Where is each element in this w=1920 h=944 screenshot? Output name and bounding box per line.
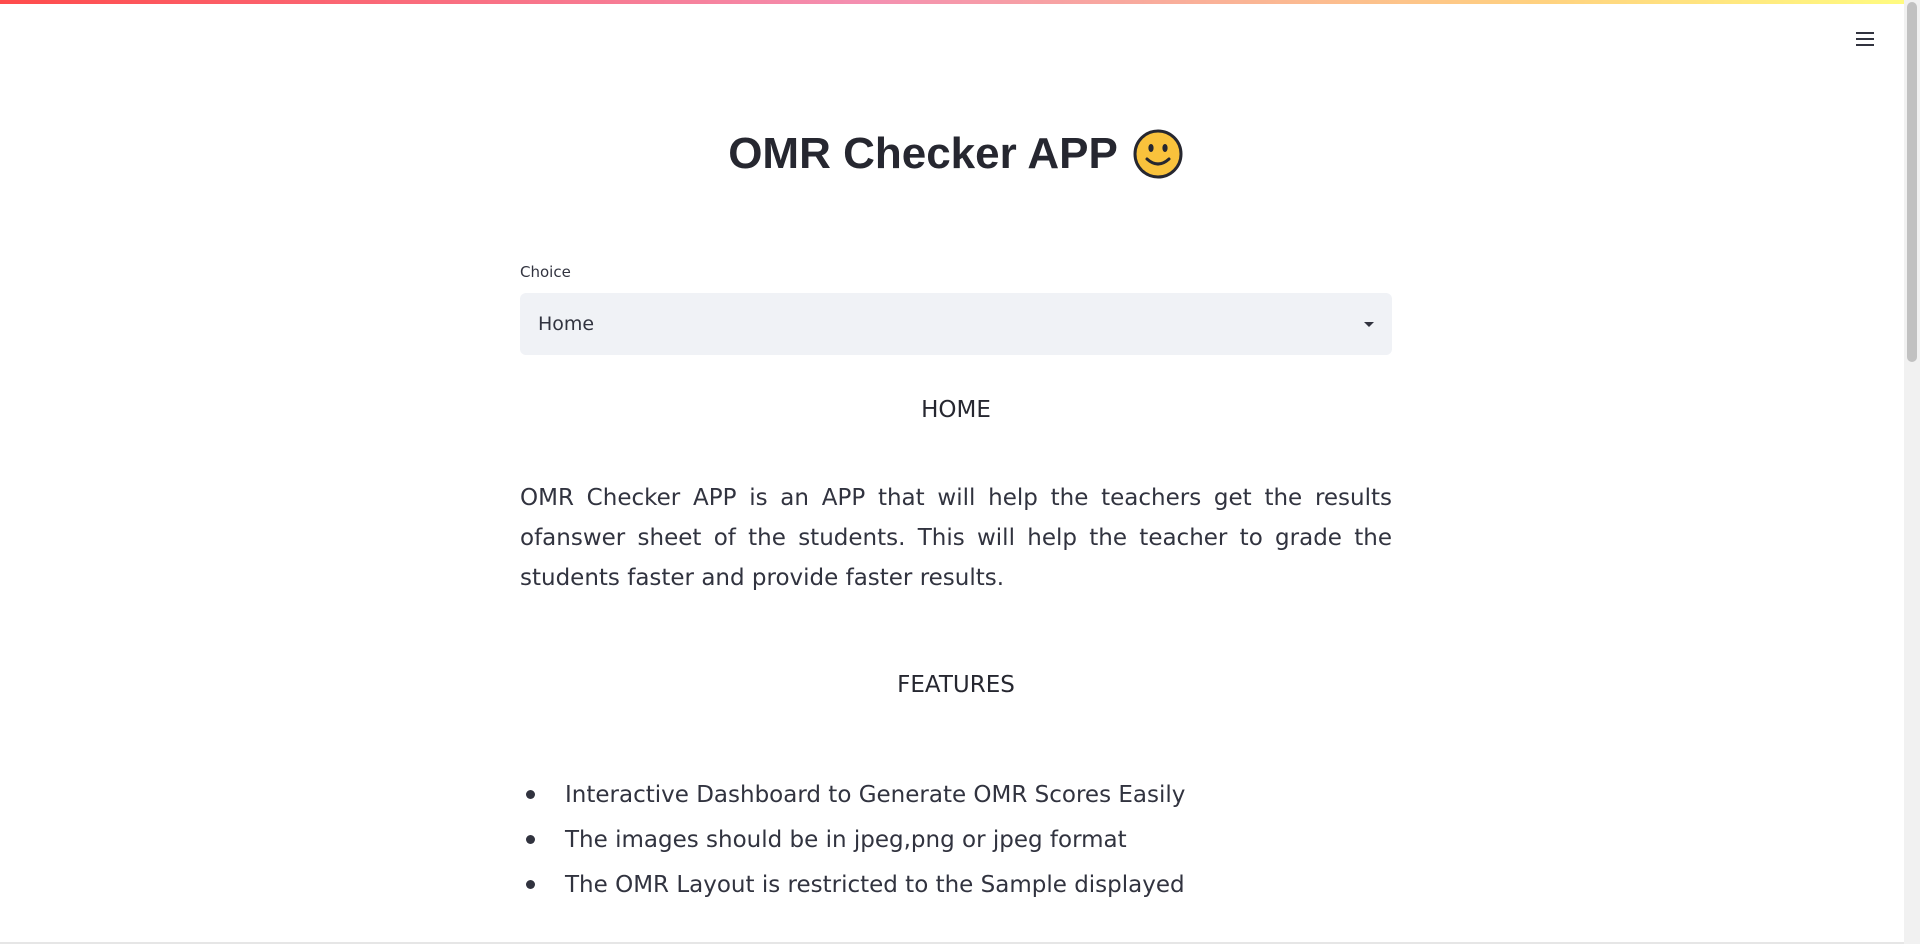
list-item: The images should be in jpeg,png or jpeg… — [520, 817, 1392, 862]
intro-paragraph: OMR Checker APP is an APP that will help… — [520, 485, 1392, 591]
page-scrollbar[interactable] — [1904, 0, 1920, 944]
page-title: OMR Checker APP — [520, 128, 1392, 180]
choice-select-label: Choice — [520, 263, 571, 281]
hamburger-menu-icon — [1856, 32, 1874, 46]
chevron-down-icon — [1364, 321, 1374, 327]
header-decoration-bar — [0, 0, 1920, 4]
choice-select[interactable]: Home — [520, 293, 1392, 355]
feature-text: The images should be in jpeg,png or jpeg… — [565, 826, 1127, 853]
bullet-icon — [526, 880, 535, 889]
home-heading: HOME — [921, 397, 991, 423]
feature-list: Interactive Dashboard to Generate OMR Sc… — [520, 772, 1392, 907]
choice-select-value: Home — [538, 313, 595, 335]
main-menu-button[interactable] — [1850, 24, 1880, 54]
list-item: The OMR Layout is restricted to the Samp… — [520, 862, 1392, 907]
page-title-text: OMR Checker APP — [728, 129, 1118, 178]
features-heading: FEATURES — [897, 672, 1015, 698]
feature-text: Interactive Dashboard to Generate OMR Sc… — [565, 781, 1186, 808]
bullet-icon — [526, 790, 535, 799]
list-item: Interactive Dashboard to Generate OMR Sc… — [520, 772, 1392, 817]
bullet-icon — [526, 835, 535, 844]
smiling-face-icon — [1133, 129, 1183, 179]
scrollbar-thumb[interactable] — [1907, 2, 1917, 362]
feature-text: The OMR Layout is restricted to the Samp… — [565, 871, 1185, 898]
